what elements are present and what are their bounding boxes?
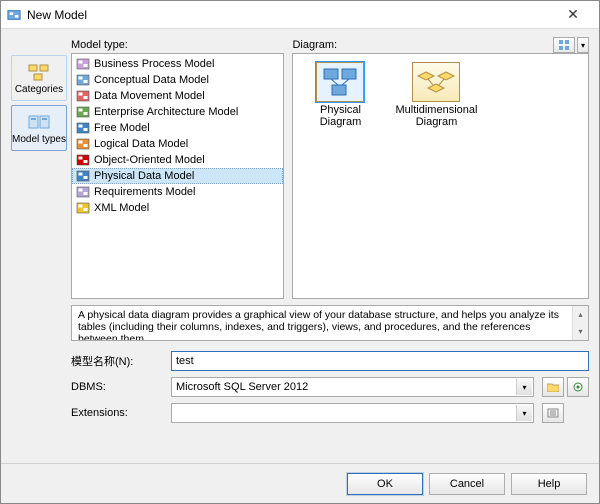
chevron-down-icon: ▾	[516, 405, 532, 421]
form-area: 模型名称(N): DBMS: Microsoft SQL Server 2012…	[71, 351, 589, 423]
extensions-label: Extensions:	[71, 407, 163, 419]
model-type-item[interactable]: XML Model	[72, 200, 283, 216]
model-type-label: Physical Data Model	[94, 170, 194, 182]
model-icon	[76, 57, 90, 71]
model-type-label: Free Model	[94, 122, 150, 134]
model-type-item[interactable]: Physical Data Model	[72, 168, 283, 184]
diagram-icon	[316, 62, 364, 102]
model-type-list[interactable]: Business Process Model Conceptual Data Mo…	[71, 53, 284, 299]
model-icon	[76, 89, 90, 103]
diagram-list[interactable]: Physical Diagram Multidimensional Diagram	[292, 53, 589, 299]
diagram-item[interactable]: Physical Diagram	[301, 62, 379, 128]
diagram-label: Multidimensional Diagram	[396, 104, 478, 128]
dbms-properties-button[interactable]	[567, 377, 589, 397]
target-icon	[572, 382, 584, 392]
grid-icon	[559, 40, 569, 50]
model-type-item[interactable]: Data Movement Model	[72, 88, 283, 104]
description-text: A physical data diagram provides a graph…	[78, 309, 582, 341]
button-bar: OK Cancel Help	[1, 463, 599, 503]
model-type-label: Data Movement Model	[94, 90, 205, 102]
model-types-label: Model types	[12, 134, 66, 145]
model-type-label: Logical Data Model	[94, 138, 188, 150]
model-type-label: Business Process Model	[94, 58, 214, 70]
close-button[interactable]: ✕	[553, 6, 593, 23]
dbms-combo[interactable]: Microsoft SQL Server 2012 ▾	[171, 377, 534, 397]
cancel-button[interactable]: Cancel	[429, 473, 505, 495]
main-area: Model type: Business Process Model Concep…	[71, 37, 589, 463]
view-mode-dropdown[interactable]: ▾	[577, 37, 589, 53]
help-button[interactable]: Help	[511, 473, 587, 495]
model-icon	[76, 73, 90, 87]
model-type-label: XML Model	[94, 202, 149, 214]
model-name-input[interactable]	[171, 351, 589, 371]
extensions-combo[interactable]: ▾	[171, 403, 534, 423]
dialog-body: Categories Model types Model type: Busin…	[1, 29, 599, 463]
model-type-item[interactable]: Free Model	[72, 120, 283, 136]
model-type-label: Requirements Model	[94, 186, 196, 198]
model-icon	[76, 201, 90, 215]
categories-icon	[27, 62, 51, 82]
model-icon	[76, 185, 90, 199]
model-type-item[interactable]: Logical Data Model	[72, 136, 283, 152]
view-mode-button[interactable]	[553, 37, 575, 53]
dbms-label: DBMS:	[71, 381, 163, 393]
diagram-header: Diagram:	[292, 39, 337, 51]
diagram-item[interactable]: Multidimensional Diagram	[397, 62, 475, 128]
ok-button[interactable]: OK	[347, 473, 423, 495]
model-types-tab[interactable]: Model types	[11, 105, 67, 151]
scroll-up-icon[interactable]: ▴	[573, 306, 588, 323]
chevron-down-icon: ▾	[516, 379, 532, 395]
dbms-value: Microsoft SQL Server 2012	[176, 381, 308, 393]
left-rail: Categories Model types	[11, 37, 67, 463]
model-type-item[interactable]: Business Process Model	[72, 56, 283, 72]
list-icon	[547, 408, 559, 418]
new-model-dialog: New Model ✕ Categories Model types Model…	[0, 0, 600, 504]
model-type-label: Conceptual Data Model	[94, 74, 209, 86]
description-box: A physical data diagram provides a graph…	[71, 305, 589, 341]
diagram-icon	[412, 62, 460, 102]
model-types-icon	[27, 112, 51, 132]
model-type-label: Enterprise Architecture Model	[94, 106, 238, 118]
scroll-down-icon[interactable]: ▾	[573, 323, 588, 340]
model-icon	[76, 105, 90, 119]
model-icon	[76, 153, 90, 167]
window-title: New Model	[27, 8, 553, 22]
model-icon	[76, 137, 90, 151]
diagram-label: Physical Diagram	[301, 104, 379, 128]
model-type-label: Object-Oriented Model	[94, 154, 205, 166]
app-icon	[7, 8, 21, 22]
model-type-item[interactable]: Requirements Model	[72, 184, 283, 200]
model-type-item[interactable]: Conceptual Data Model	[72, 72, 283, 88]
folder-icon	[547, 382, 559, 392]
model-icon	[76, 121, 90, 135]
description-scrollbar[interactable]: ▴▾	[572, 306, 588, 340]
model-type-header: Model type:	[71, 37, 284, 53]
model-type-item[interactable]: Object-Oriented Model	[72, 152, 283, 168]
categories-label: Categories	[15, 84, 63, 95]
titlebar: New Model ✕	[1, 1, 599, 29]
categories-tab[interactable]: Categories	[11, 55, 67, 101]
model-type-item[interactable]: Enterprise Architecture Model	[72, 104, 283, 120]
dbms-browse-button[interactable]	[542, 377, 564, 397]
extensions-manage-button[interactable]	[542, 403, 564, 423]
model-icon	[76, 169, 90, 183]
model-name-label: 模型名称(N):	[71, 353, 163, 369]
